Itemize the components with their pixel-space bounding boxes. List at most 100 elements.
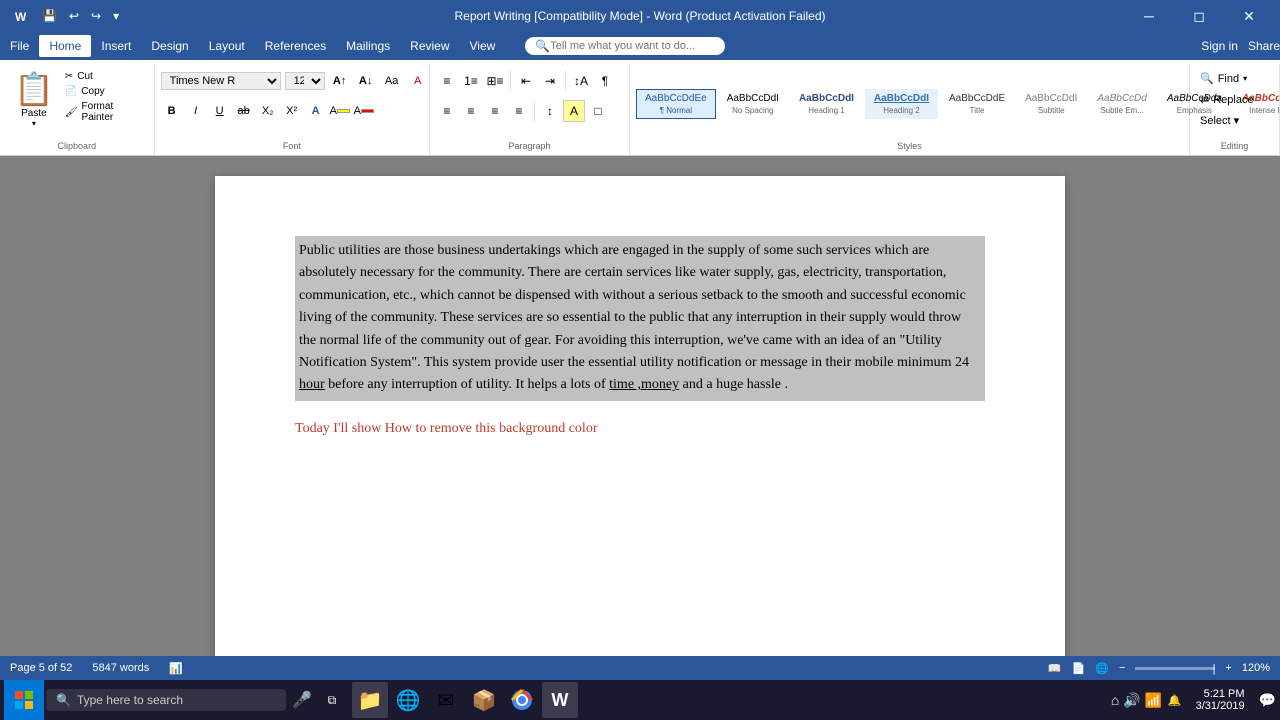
clock-time: 5:21 PM bbox=[1196, 688, 1245, 700]
decrease-font-button[interactable]: A↓ bbox=[355, 70, 377, 92]
taskbar-system-icons[interactable]: ⌂ 🔊 📶 bbox=[1111, 692, 1162, 709]
paste-button[interactable]: 📋 Paste ▾ bbox=[6, 66, 62, 132]
zoom-slider[interactable]: | bbox=[1135, 667, 1215, 670]
superscript-button[interactable]: X² bbox=[281, 100, 303, 122]
style-subtle-emph[interactable]: AaBbCcDd Subtle Em... bbox=[1088, 89, 1155, 119]
style-no-spacing[interactable]: AaBbCcDdI No Spacing bbox=[718, 89, 788, 119]
zoom-level: 120% bbox=[1242, 662, 1270, 674]
main-paragraph[interactable]: Public utilities are those business unde… bbox=[295, 236, 985, 401]
font-name-select[interactable]: Times New R bbox=[161, 72, 281, 90]
search-box[interactable]: 🔍 bbox=[525, 37, 725, 55]
increase-font-button[interactable]: A↑ bbox=[329, 70, 351, 92]
subscript-button[interactable]: X₂ bbox=[257, 100, 279, 122]
align-left-button[interactable]: ≡ bbox=[436, 100, 458, 122]
replace-button[interactable]: ⇄ Replace bbox=[1196, 91, 1258, 108]
share-button[interactable]: Share bbox=[1248, 39, 1280, 53]
multilevel-list-button[interactable]: ⊞≡ bbox=[484, 70, 506, 92]
style-default[interactable]: AaBbCcDdEe ¶ Normal bbox=[636, 89, 716, 119]
word-taskbar-button[interactable]: W bbox=[542, 682, 578, 718]
view-print-layout[interactable]: 📄 bbox=[1072, 662, 1086, 675]
time-block[interactable]: 5:21 PM 3/31/2019 bbox=[1188, 688, 1253, 712]
minimize-button[interactable]: ─ bbox=[1126, 0, 1172, 32]
zoom-in[interactable]: + bbox=[1225, 662, 1231, 674]
numbering-button[interactable]: 1≡ bbox=[460, 70, 482, 92]
line-spacing-button[interactable]: ↕ bbox=[539, 100, 561, 122]
font-color-button[interactable]: A bbox=[353, 100, 375, 122]
increase-indent-button[interactable]: ⇥ bbox=[539, 70, 561, 92]
format-painter-button[interactable]: 🖌 Format Painter bbox=[62, 100, 148, 124]
taskview-button[interactable]: ⧉ bbox=[314, 682, 350, 718]
view-read-mode[interactable]: 📖 bbox=[1048, 662, 1062, 675]
find-button[interactable]: 🔍 Find ▾ bbox=[1196, 70, 1258, 87]
redo-button[interactable]: ↪ bbox=[87, 7, 105, 25]
close-button[interactable]: ✕ bbox=[1226, 0, 1272, 32]
taskbar-search-label: Type here to search bbox=[77, 693, 183, 707]
paste-label: Paste bbox=[21, 108, 47, 119]
shading-button[interactable]: A bbox=[563, 100, 585, 122]
show-hide-button[interactable]: ¶ bbox=[594, 70, 616, 92]
notification-button[interactable]: 💬 bbox=[1259, 692, 1276, 709]
menu-design[interactable]: Design bbox=[141, 35, 198, 57]
page-info: Page 5 of 52 bbox=[10, 662, 72, 674]
menu-home[interactable]: Home bbox=[39, 35, 91, 57]
style-heading2[interactable]: AaBbCcDdI Heading 2 bbox=[865, 89, 938, 119]
word-count-icon: 📊 bbox=[169, 662, 183, 675]
menu-view[interactable]: View bbox=[460, 35, 506, 57]
menu-review[interactable]: Review bbox=[400, 35, 459, 57]
cut-button[interactable]: ✂ Cut bbox=[62, 70, 148, 83]
underline-button[interactable]: U bbox=[209, 100, 231, 122]
underline-hour: hour bbox=[299, 377, 325, 392]
zoom-out[interactable]: − bbox=[1119, 662, 1125, 674]
window-title: Report Writing [Compatibility Mode] - Wo… bbox=[454, 9, 825, 23]
strikethrough-button[interactable]: ab bbox=[233, 100, 255, 122]
menu-insert[interactable]: Insert bbox=[91, 35, 141, 57]
start-button[interactable] bbox=[4, 680, 44, 720]
paste-arrow[interactable]: ▾ bbox=[32, 119, 36, 128]
menu-layout[interactable]: Layout bbox=[199, 35, 255, 57]
colored-paragraph[interactable]: Today I'll show How to remove this backg… bbox=[295, 421, 985, 437]
save-button[interactable]: 💾 bbox=[38, 7, 61, 25]
word-icon[interactable]: W bbox=[8, 5, 34, 27]
document-scroll[interactable]: Public utilities are those business unde… bbox=[0, 156, 1280, 656]
document-page[interactable]: Public utilities are those business unde… bbox=[215, 176, 1065, 656]
change-case-button[interactable]: Aa bbox=[381, 70, 403, 92]
mail-button[interactable]: ✉ bbox=[428, 682, 464, 718]
menu-references[interactable]: References bbox=[255, 35, 336, 57]
view-web-layout[interactable]: 🌐 bbox=[1095, 662, 1109, 675]
bold-button[interactable]: B bbox=[161, 100, 183, 122]
justify-button[interactable]: ≡ bbox=[508, 100, 530, 122]
borders-button[interactable]: □ bbox=[587, 100, 609, 122]
taskbar-action-center[interactable]: 🔔 bbox=[1168, 694, 1182, 707]
style-title[interactable]: AaBbCcDdE Title bbox=[940, 89, 1014, 119]
customize-quick-access[interactable]: ▾ bbox=[109, 7, 123, 25]
menu-file[interactable]: File bbox=[0, 35, 39, 57]
chrome-button[interactable] bbox=[504, 682, 540, 718]
style-subtitle[interactable]: AaBbCcDdI Subtitle bbox=[1016, 89, 1086, 119]
appicon1-button[interactable]: 📦 bbox=[466, 682, 502, 718]
style-heading1[interactable]: AaBbCcDdI Heading 1 bbox=[790, 89, 863, 119]
select-button[interactable]: Select ▾ bbox=[1196, 112, 1258, 129]
clear-formatting-button[interactable]: A bbox=[407, 70, 429, 92]
edge-button[interactable]: 🌐 bbox=[390, 682, 426, 718]
bullets-button[interactable]: ≡ bbox=[436, 70, 458, 92]
align-center-button[interactable]: ≡ bbox=[460, 100, 482, 122]
font-size-select[interactable]: 12 bbox=[285, 72, 325, 90]
decrease-indent-button[interactable]: ⇤ bbox=[515, 70, 537, 92]
text-effects-button[interactable]: A bbox=[305, 100, 327, 122]
sort-button[interactable]: ↕A bbox=[570, 70, 592, 92]
copy-button[interactable]: 📄 Copy bbox=[62, 85, 148, 98]
align-right-button[interactable]: ≡ bbox=[484, 100, 506, 122]
search-input[interactable] bbox=[550, 40, 710, 52]
replace-label: Replace bbox=[1213, 94, 1253, 106]
clipboard-sub-buttons: ✂ Cut 📄 Copy 🖌 Format Painter bbox=[62, 66, 148, 124]
cortana-mic-icon[interactable]: 🎤 bbox=[292, 690, 312, 710]
italic-button[interactable]: I bbox=[185, 100, 207, 122]
undo-button[interactable]: ↩ bbox=[65, 7, 83, 25]
sign-in-button[interactable]: Sign in bbox=[1191, 35, 1248, 57]
menu-mailings[interactable]: Mailings bbox=[336, 35, 400, 57]
restore-button[interactable]: ◻ bbox=[1176, 0, 1222, 32]
explorer-button[interactable]: 📁 bbox=[352, 682, 388, 718]
search-icon: 🔍 bbox=[56, 693, 71, 707]
highlight-color-button[interactable]: A bbox=[329, 100, 351, 122]
taskbar-search[interactable]: 🔍 Type here to search bbox=[46, 689, 286, 711]
